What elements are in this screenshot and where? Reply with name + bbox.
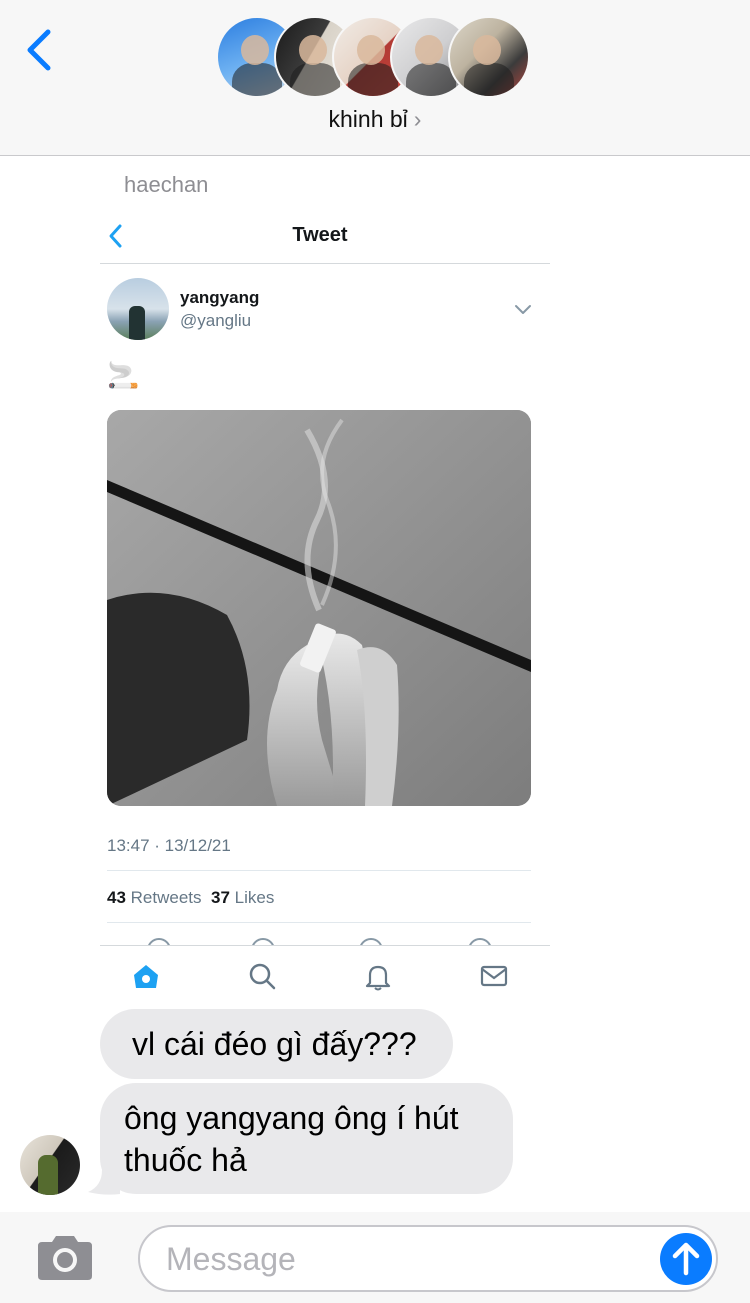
arrow-up-icon [672,1242,700,1276]
mail-icon [478,960,510,992]
home-icon [130,960,162,992]
group-name-label: khinh bỉ [328,106,408,132]
camera-button[interactable] [34,1234,96,1282]
conversation-header: khinh bỉ › [0,0,750,156]
divider [107,922,531,923]
divider [107,870,531,871]
tweet-stats: 43 Retweets 37 Likes [107,888,274,908]
message-bubble[interactable]: vl cái đéo gì đấy??? [100,1009,453,1079]
chevron-down-icon [512,298,534,320]
search-icon [246,960,278,992]
member-avatar [448,16,530,98]
bubble-tail [88,1170,120,1195]
retweets-label: Retweets [130,888,202,907]
tweet-author-avatar [107,278,169,340]
retweets-count: 43 [107,888,126,907]
tweet-photo [107,410,531,806]
tweet-author-handle: @yangliu [180,311,252,330]
message-bubble[interactable]: ông yangyang ông í hút thuốc hả [100,1083,513,1194]
tweet-tab-bar [100,945,550,1005]
likes-count: 37 [210,888,230,907]
likes-label: Likes [234,888,275,907]
tweet-nav-bar: Tweet [100,210,550,264]
message-input[interactable] [166,1237,646,1281]
message-composer [0,1212,750,1303]
tweet-nav-title: Tweet [292,224,348,246]
sender-name: haechan [124,172,209,197]
group-name[interactable]: khinh bỉ › [0,106,750,133]
tweet-author-name: yangyang [180,288,260,307]
tweet-timestamp: 13:47 · 13/12/21 [107,836,231,855]
bell-icon [362,960,394,992]
tweet-screenshot-image[interactable]: Tweet yangyang @yangliu 🚬 13:47 · 13/12/… [100,210,550,1005]
chevron-left-icon [27,29,51,71]
camera-icon [38,1236,92,1280]
send-button[interactable] [660,1233,712,1285]
back-button[interactable] [18,24,62,76]
tweet-body-emoji: 🚬 [107,360,140,390]
message-field [138,1225,718,1292]
group-avatars[interactable] [216,16,536,98]
chevron-right-icon: › [413,106,422,132]
sender-avatar[interactable] [20,1135,80,1195]
